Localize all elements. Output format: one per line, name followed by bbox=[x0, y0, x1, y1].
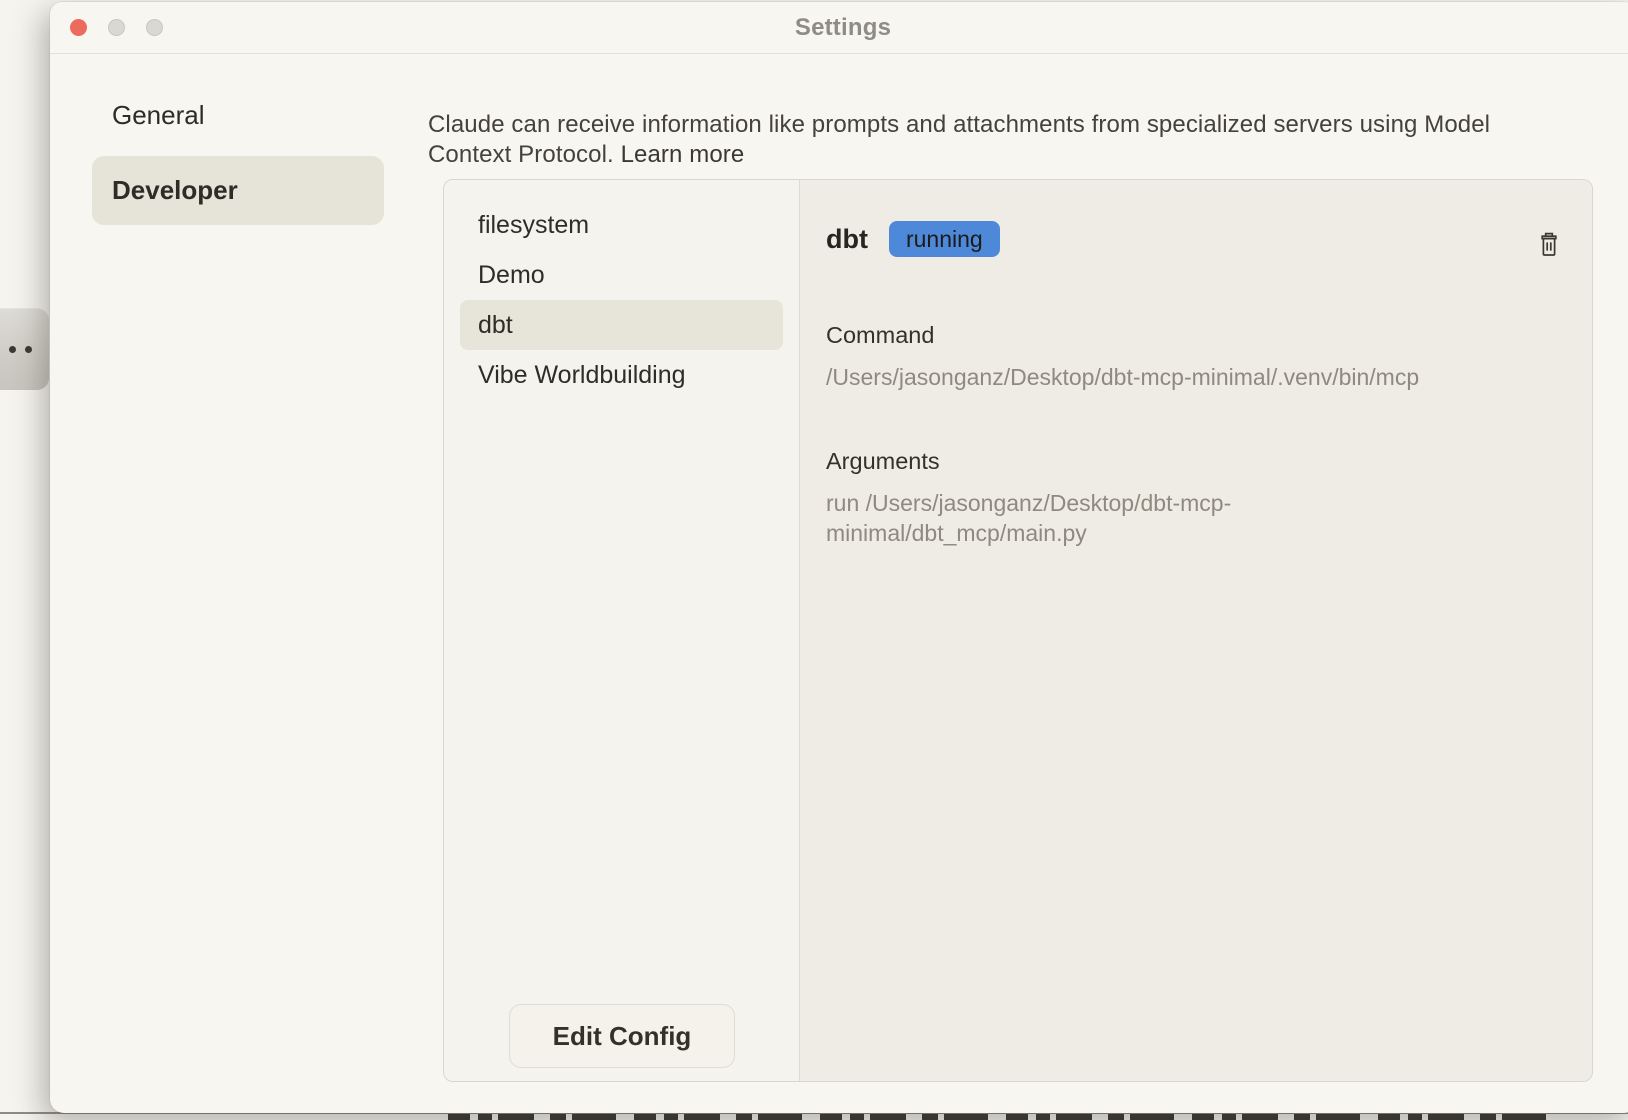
traffic-lights bbox=[70, 19, 163, 36]
command-value: /Users/jasonganz/Desktop/dbt-mcp-minimal… bbox=[826, 362, 1556, 392]
titlebar: Settings bbox=[50, 2, 1628, 54]
status-badge: running bbox=[889, 221, 1000, 257]
settings-window: Settings General Developer Claude can re… bbox=[50, 2, 1628, 1113]
learn-more-link[interactable]: Learn more bbox=[621, 141, 745, 168]
arguments-value: run /Users/jasonganz/Desktop/dbt-mcp-min… bbox=[826, 488, 1426, 548]
nav-item-general[interactable]: General bbox=[92, 88, 384, 143]
server-item-dbt[interactable]: dbt bbox=[460, 300, 783, 350]
mcp-servers-panel: filesystem Demo dbt Vibe Worldbuilding E… bbox=[443, 179, 1593, 1082]
settings-nav: General Developer bbox=[92, 88, 384, 225]
background-side-tab[interactable] bbox=[0, 308, 49, 390]
server-name: dbt bbox=[826, 224, 868, 255]
trash-icon bbox=[1539, 232, 1559, 257]
nav-item-developer[interactable]: Developer bbox=[92, 156, 384, 225]
server-item-demo[interactable]: Demo bbox=[460, 250, 783, 300]
delete-server-button[interactable] bbox=[1539, 232, 1559, 257]
background-window-text-clipped bbox=[448, 1114, 1558, 1120]
mcp-description: Claude can receive information like prom… bbox=[428, 110, 1508, 170]
mcp-description-text: Claude can receive information like prom… bbox=[428, 111, 1490, 168]
two-dots-icon bbox=[25, 346, 32, 353]
two-dots-icon bbox=[9, 346, 16, 353]
arguments-label: Arguments bbox=[826, 446, 1556, 476]
zoom-button[interactable] bbox=[146, 19, 163, 36]
server-item-vibe-worldbuilding[interactable]: Vibe Worldbuilding bbox=[460, 350, 783, 400]
server-item-filesystem[interactable]: filesystem bbox=[460, 200, 783, 250]
close-button[interactable] bbox=[70, 19, 87, 36]
command-label: Command bbox=[826, 320, 1556, 350]
window-title: Settings bbox=[795, 14, 891, 42]
server-list: filesystem Demo dbt Vibe Worldbuilding E… bbox=[444, 180, 800, 1081]
server-detail-pane: dbt running Command /Users/jasonganz/Des… bbox=[800, 180, 1592, 1081]
minimize-button[interactable] bbox=[108, 19, 125, 36]
server-detail-header: dbt running bbox=[826, 218, 1556, 260]
edit-config-button[interactable]: Edit Config bbox=[509, 1004, 735, 1068]
